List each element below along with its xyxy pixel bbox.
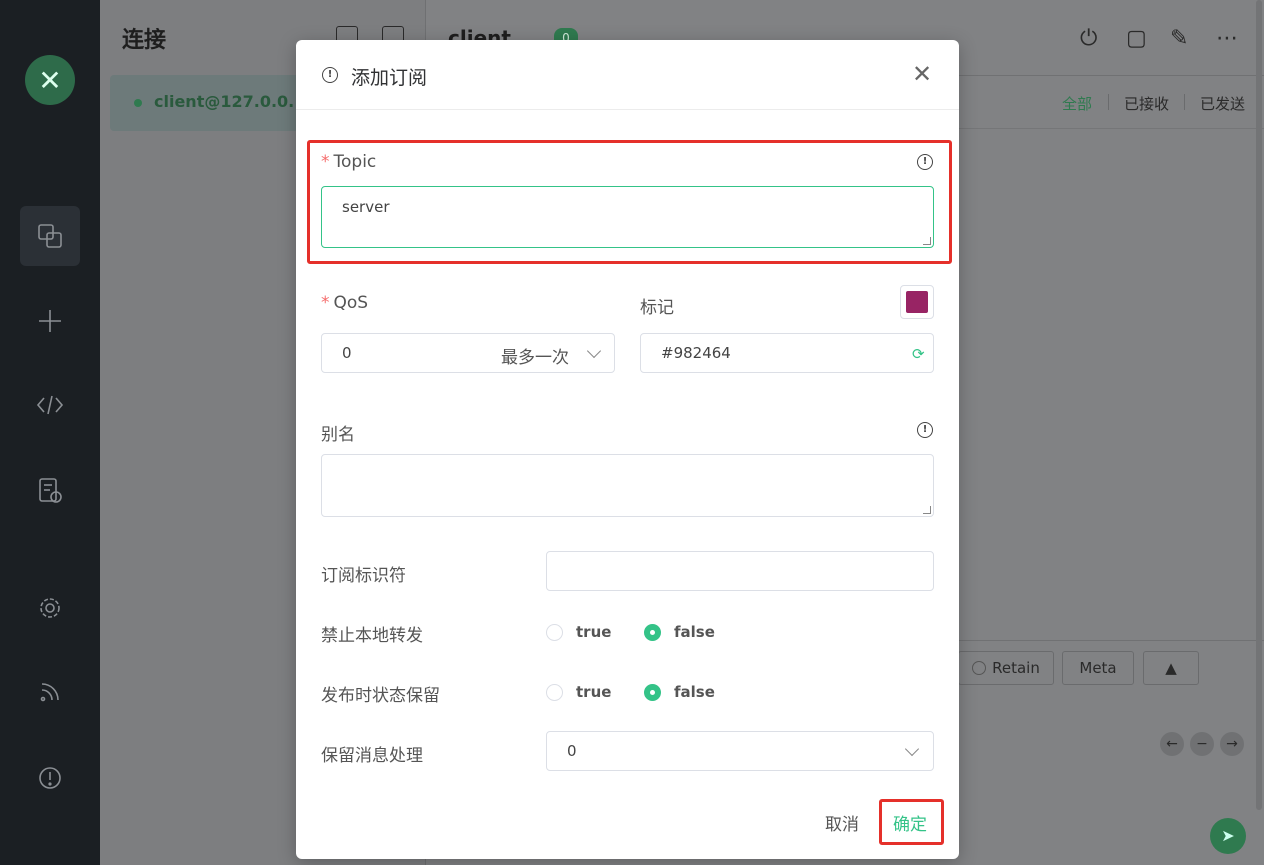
app-logo-icon: ✕ (25, 55, 75, 105)
retain-label: Retain (992, 659, 1040, 677)
feed-rss-icon[interactable] (20, 662, 80, 722)
qos-label: * QoS (321, 293, 368, 313)
cancel-button[interactable]: 取消 (825, 810, 859, 835)
mark-value: #982464 (661, 344, 731, 362)
filter-received[interactable]: 已接收 (1124, 93, 1169, 114)
left-rail: ✕ (0, 0, 100, 865)
rap-false-radio[interactable] (644, 684, 661, 701)
refresh-icon[interactable]: ⟳ (912, 345, 925, 363)
color-picker[interactable] (900, 285, 934, 319)
subscription-id-label: 订阅标识符 (321, 566, 406, 586)
retain-handling-value: 0 (567, 742, 577, 760)
qos-value: 0 (342, 344, 352, 362)
chat-icon[interactable]: ▢ (1126, 26, 1147, 51)
meta-label: Meta (1079, 659, 1117, 677)
qos-label-text: QoS (333, 293, 369, 313)
add-icon[interactable] (20, 291, 80, 351)
no-local-false-radio[interactable] (644, 624, 661, 641)
scrollbar[interactable] (1256, 0, 1262, 810)
filter-divider (1184, 94, 1185, 110)
mark-input[interactable]: #982464 (640, 333, 934, 373)
close-icon[interactable]: ✕ (912, 62, 932, 86)
chevron-down-icon (586, 343, 602, 359)
connections-title: 连接 (122, 28, 167, 53)
arrow-right-icon[interactable]: → (1220, 732, 1244, 756)
filter-sent[interactable]: 已发送 (1200, 93, 1245, 114)
resize-handle-icon[interactable] (923, 506, 931, 514)
power-icon[interactable]: ⏻ (1080, 26, 1097, 51)
no-local-false-label[interactable]: false (674, 623, 715, 641)
edit-icon[interactable]: ✎ (1170, 26, 1188, 51)
log-icon[interactable] (20, 460, 80, 520)
filter-all[interactable]: 全部 (1062, 93, 1092, 114)
topic-highlight-box (307, 140, 952, 264)
expand-up-icon[interactable]: ▲ (1143, 651, 1199, 685)
filter-divider (1108, 94, 1109, 110)
info-icon: ! (322, 67, 338, 83)
retain-handling-select[interactable]: 0 (546, 731, 934, 771)
confirm-highlight-box (879, 799, 944, 845)
no-local-true-label[interactable]: true (576, 623, 611, 641)
meta-button[interactable]: Meta (1062, 651, 1134, 685)
qos-select[interactable]: 0 最多一次 (321, 333, 615, 373)
minus-icon[interactable]: − (1190, 732, 1214, 756)
rap-true-radio[interactable] (546, 684, 563, 701)
settings-gear-icon[interactable] (20, 578, 80, 638)
rap-false-label[interactable]: false (674, 683, 715, 701)
alias-label: 别名 (321, 425, 355, 445)
no-local-true-radio[interactable] (546, 624, 563, 641)
alias-input[interactable] (321, 454, 934, 517)
alias-help-icon[interactable]: ! (917, 422, 933, 438)
dialog-title: 添加订阅 (351, 67, 428, 89)
required-mark: * (321, 293, 330, 313)
subscription-id-input[interactable] (546, 551, 934, 591)
rap-true-label[interactable]: true (576, 683, 611, 701)
about-info-icon[interactable] (20, 748, 80, 808)
chevron-down-icon (904, 741, 920, 757)
color-swatch (906, 291, 928, 313)
arrow-left-icon[interactable]: ← (1160, 732, 1184, 756)
qos-display: 最多一次 (501, 348, 569, 368)
more-icon[interactable]: ⋯ (1216, 26, 1238, 51)
connected-status-icon (134, 99, 142, 107)
retain-as-published-label: 发布时状态保留 (321, 686, 440, 706)
retain-handling-label: 保留消息处理 (321, 746, 423, 766)
retain-radio-icon (972, 661, 987, 675)
script-code-icon[interactable] (20, 375, 80, 435)
send-icon[interactable]: ➤ (1210, 818, 1246, 854)
connections-nav-icon[interactable] (20, 206, 80, 266)
no-local-label: 禁止本地转发 (321, 626, 423, 646)
retain-toggle[interactable]: Retain (958, 651, 1054, 685)
mark-label: 标记 (640, 298, 674, 318)
